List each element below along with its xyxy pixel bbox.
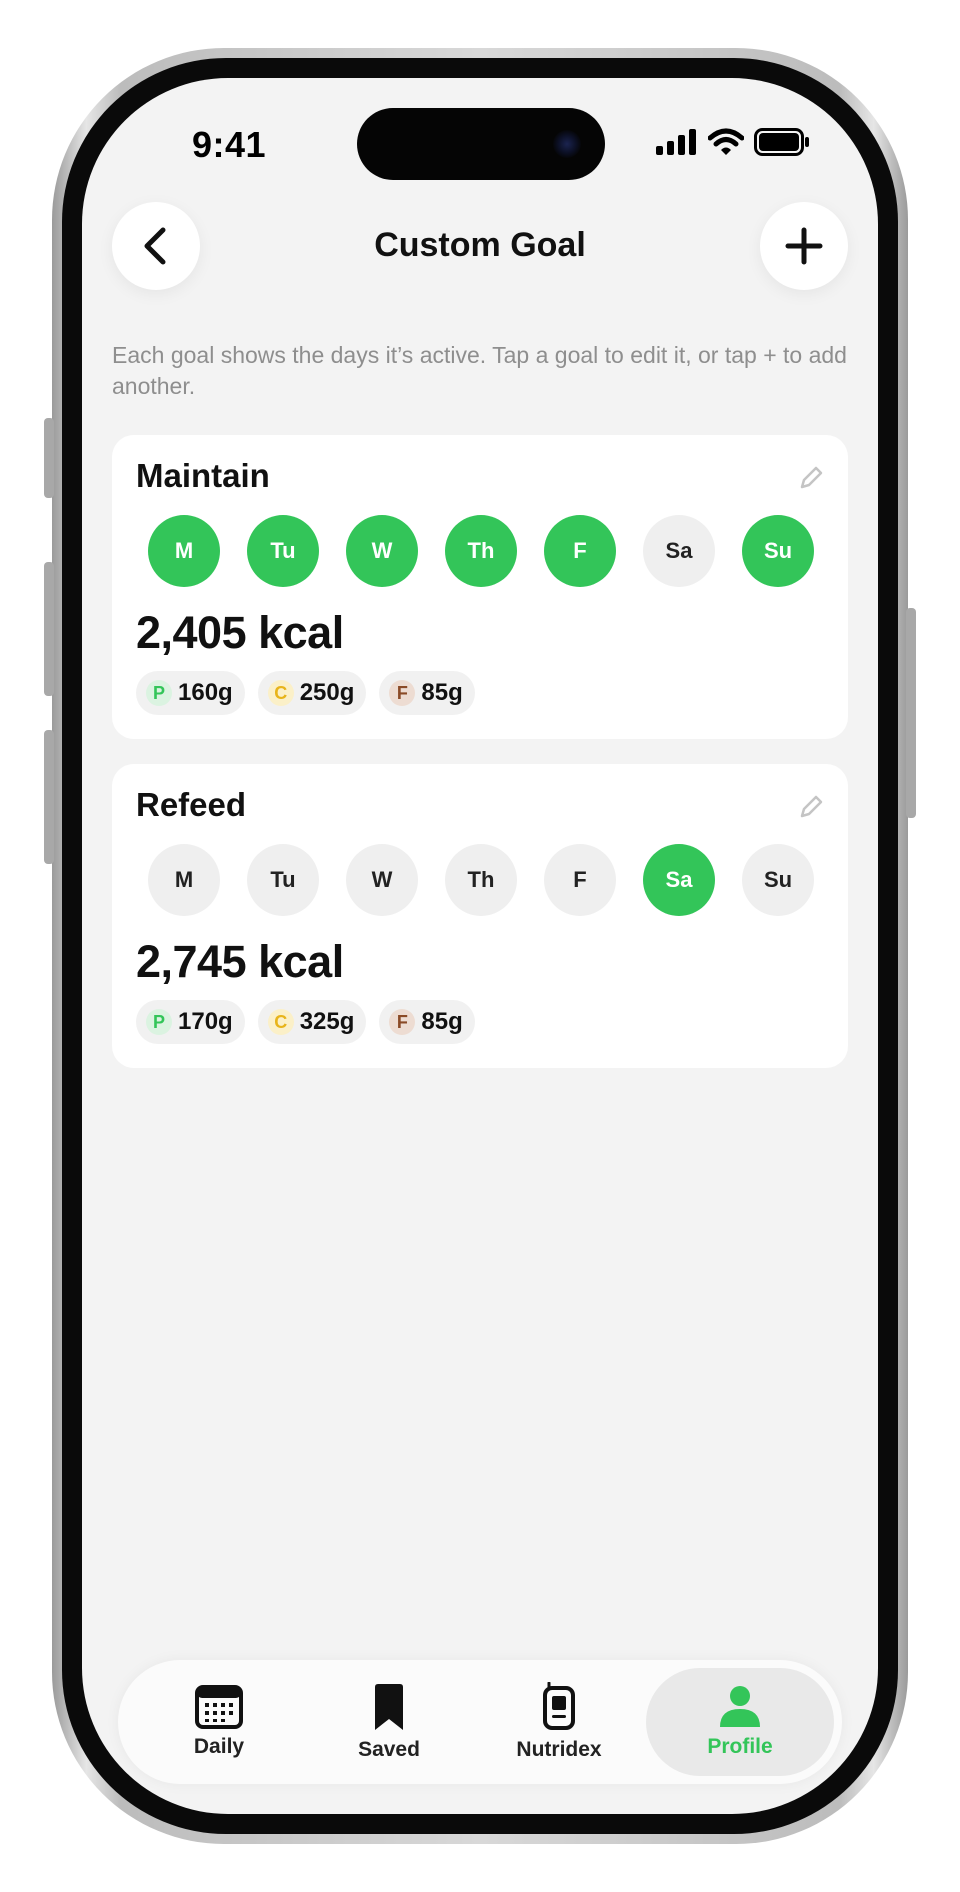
macro-protein: P 160g [136,671,245,715]
pencil-icon[interactable] [798,794,824,820]
volume-up-button [44,562,54,696]
action-button [44,418,54,498]
day-wednesday[interactable]: W [346,844,418,916]
fat-badge: F [389,680,416,706]
tab-daily[interactable]: Daily [134,1660,304,1784]
phone-device-icon [543,1682,575,1730]
bookmark-icon [375,1684,403,1730]
add-goal-button[interactable] [760,202,848,290]
protein-value: 170g [178,1008,233,1035]
camera-icon [553,130,581,158]
protein-badge: P [146,680,172,706]
day-friday[interactable]: F [544,515,616,587]
tab-profile[interactable]: Profile [646,1668,834,1776]
person-icon [720,1686,760,1727]
day-sunday[interactable]: Su [742,515,814,587]
calorie-target: 2,745 kcal [136,936,344,987]
tab-label: Profile [707,1735,773,1758]
day-saturday[interactable]: Sa [643,844,715,916]
day-selector: M Tu W Th F Sa Su [148,844,814,916]
power-button [906,608,916,818]
carbs-value: 325g [299,1008,355,1035]
tab-label: Daily [193,1735,245,1758]
macro-fat: F 85g [379,671,475,715]
fat-value: 85g [421,1008,463,1035]
tab-label: Saved [358,1738,420,1761]
tab-label: Nutridex [516,1738,602,1761]
fat-value: 85g [421,679,463,706]
tab-bar: Daily Saved Nutridex Profile [118,1660,842,1784]
signal-icon [656,129,696,155]
day-saturday[interactable]: Sa [643,515,715,587]
tab-saved[interactable]: Saved [304,1660,474,1784]
macro-carbs: C 325g [257,1000,367,1044]
pencil-icon[interactable] [798,465,824,491]
macro-carbs: C 250g [257,671,367,715]
day-tuesday[interactable]: Tu [247,515,319,587]
goal-name: Refeed [136,786,247,823]
day-tuesday[interactable]: Tu [247,844,319,916]
day-sunday[interactable]: Su [742,844,814,916]
goal-card-refeed[interactable]: Refeed M Tu W Th F Sa Su 2,745 kcal P 17… [112,764,848,1068]
day-monday[interactable]: M [148,844,220,916]
day-thursday[interactable]: Th [445,515,517,587]
tab-nutridex[interactable]: Nutridex [474,1660,644,1784]
status-icons [656,128,810,156]
protein-badge: P [146,1009,172,1035]
carbs-value: 250g [299,679,355,706]
page-description: Each goal shows the days it’s active. Ta… [112,342,847,399]
macro-fat: F 85g [379,1000,475,1044]
protein-value: 160g [178,679,233,706]
day-thursday[interactable]: Th [445,844,517,916]
goal-name: Maintain [136,457,270,494]
screen: 9:41 Custom Goal Each goal shows the day… [82,78,878,1814]
day-monday[interactable]: M [148,515,220,587]
dynamic-island [357,108,605,180]
volume-down-button [44,730,54,864]
carbs-badge: C [267,680,294,706]
macro-list: P 160g C 250g F 85g [136,671,475,715]
day-wednesday[interactable]: W [346,515,418,587]
day-friday[interactable]: F [544,844,616,916]
battery-icon [754,128,809,156]
calorie-target: 2,405 kcal [136,607,344,658]
plus-icon [785,227,823,265]
wifi-icon [708,128,744,155]
page-title: Custom Goal [374,226,586,264]
day-selector: M Tu W Th F Sa Su [148,515,814,587]
status-time: 9:41 [192,124,267,165]
macro-protein: P 170g [136,1000,245,1044]
carbs-badge: C [267,1009,294,1035]
goal-card-maintain[interactable]: Maintain M Tu W Th F Sa Su 2,405 kcal P … [112,435,848,739]
fat-badge: F [389,1009,416,1035]
macro-list: P 170g C 325g F 85g [136,1000,475,1044]
calendar-icon [195,1685,243,1729]
